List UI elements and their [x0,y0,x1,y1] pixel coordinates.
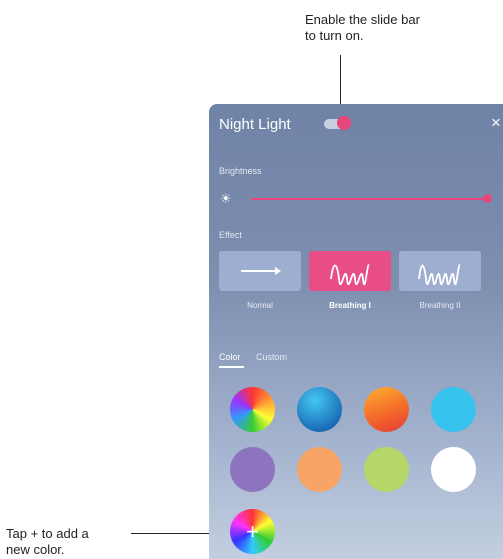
panel-title: Night Light [219,116,291,133]
color-swatch-lime[interactable] [364,447,409,492]
tab-color[interactable]: Color [219,352,241,362]
tab-custom[interactable]: Custom [256,352,287,362]
close-icon[interactable]: × [491,113,501,133]
color-swatch-white[interactable] [431,447,476,492]
effect-name: Breathing II [419,301,461,310]
effect-name: Breathing I [329,301,371,310]
color-swatch-peach[interactable] [297,447,342,492]
arrow-right-icon [241,267,281,275]
callout-text-line: new color. [6,542,65,557]
color-swatch-cyan[interactable] [431,387,476,432]
brightness-label: Brightness [219,166,262,176]
wave-icon [330,264,370,286]
callout-add-color: Tap + to add a new color. [6,526,89,558]
toggle-knob[interactable] [337,116,351,130]
callout-enable-slide-bar: Enable the slide bar to turn on. [305,12,420,44]
brightness-slider-thumb[interactable] [483,194,492,203]
tab-active-indicator [219,366,244,368]
effect-breathing-2-button[interactable] [399,251,481,291]
callout-text-line: Tap + to add a [6,526,89,541]
effect-name: Normal [247,301,273,310]
color-swatch-rainbow[interactable] [230,387,275,432]
color-swatch-purple[interactable] [230,447,275,492]
night-light-panel: Night Light × Brightness ☀ Effect Normal… [209,104,503,559]
brightness-slider[interactable] [251,198,487,200]
effect-label: Effect [219,230,242,240]
plus-icon[interactable]: + [230,509,275,554]
sun-icon: ☀ [220,191,232,206]
callout-text-line: to turn on. [305,28,364,43]
effect-breathing-1-button[interactable] [309,251,391,291]
effect-normal-button[interactable] [219,251,301,291]
callout-text-line: Enable the slide bar [305,12,420,27]
color-swatch-blue[interactable] [297,387,342,432]
color-swatch-orange[interactable] [364,387,409,432]
wave-icon [418,264,461,286]
